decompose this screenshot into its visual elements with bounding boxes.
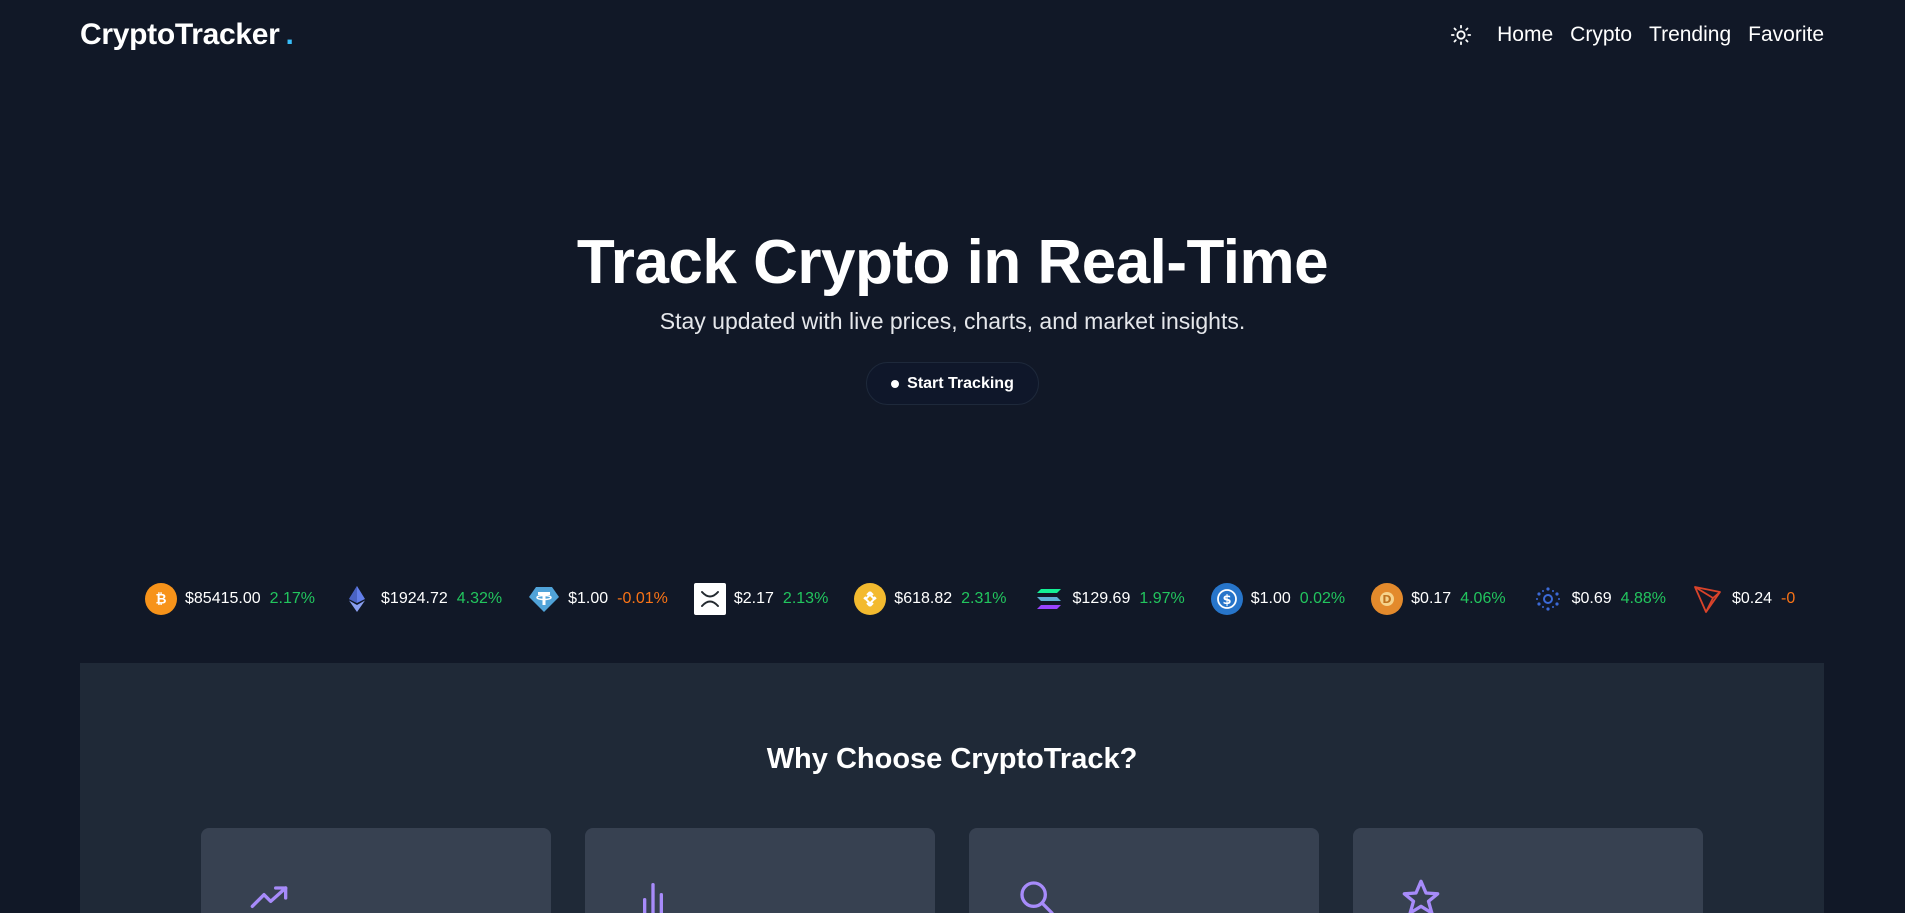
ticker-change: 4.32% — [456, 590, 503, 607]
bitcoin-icon: ₿ — [145, 583, 177, 615]
ticker-change: -0 — [1781, 590, 1796, 607]
hero-title: Track Crypto in Real-Time — [576, 228, 1329, 297]
tether-icon — [528, 583, 560, 615]
search-icon — [1017, 878, 1057, 913]
dogecoin-icon: D — [1371, 583, 1404, 615]
svg-text:₿: ₿ — [155, 592, 166, 608]
usdc-icon: $ — [1210, 583, 1243, 615]
features-title: Why Choose CryptoTrack? — [766, 743, 1138, 775]
bar-chart-icon — [633, 878, 673, 913]
xrp-icon — [693, 583, 726, 615]
ticker-item-cardano[interactable]: $0.69 4.88% — [1532, 583, 1666, 615]
ticker-price: $618.82 — [894, 590, 953, 607]
logo-dot: . — [285, 18, 294, 51]
feature-cards — [201, 828, 1703, 913]
ticker-item-xrp[interactable]: $2.17 2.13% — [693, 583, 829, 615]
feature-card-trending — [201, 828, 551, 913]
ticker-item-bnb[interactable]: $618.82 2.31% — [854, 583, 1007, 615]
nav-link-favorite[interactable]: Favorite — [1748, 23, 1824, 47]
cardano-icon — [1532, 583, 1564, 615]
nav-link-crypto[interactable]: Crypto — [1570, 23, 1632, 47]
ticker-price: $0.17 — [1411, 590, 1452, 607]
hero-subtitle: Stay updated with live prices, charts, a… — [659, 308, 1246, 334]
ticker-price: $0.24 — [1732, 590, 1773, 607]
hero-section: Track Crypto in Real-Time Stay updated w… — [0, 222, 1905, 405]
nav-link-trending[interactable]: Trending — [1649, 23, 1731, 47]
ticker-item-tether[interactable]: $1.00 -0.01% — [528, 583, 668, 615]
ticker-price: $85415.00 — [185, 590, 261, 607]
ticker-price: $2.17 — [733, 590, 774, 607]
ticker-price: $129.69 — [1072, 590, 1131, 607]
trending-up-icon — [249, 878, 289, 913]
star-icon — [1401, 878, 1441, 913]
start-tracking-label: Start Tracking — [907, 374, 1014, 392]
ticker-price: $1924.72 — [381, 590, 448, 607]
ticker-price: $0.69 — [1571, 590, 1612, 607]
svg-text:D: D — [1383, 593, 1392, 606]
feature-card-charts — [585, 828, 935, 913]
logo[interactable]: CryptoTracker . — [80, 18, 294, 52]
navbar: CryptoTracker . Home Crypto Trending Fav… — [80, 0, 1824, 70]
nav-link-home[interactable]: Home — [1497, 23, 1553, 47]
ticker-change: 2.17% — [269, 590, 316, 607]
feature-card-search — [969, 828, 1319, 913]
ticker-change: 2.13% — [782, 590, 829, 607]
start-tracking-button[interactable]: Start Tracking — [866, 362, 1039, 405]
ticker-price: $1.00 — [568, 590, 609, 607]
features-section: Why Choose CryptoTrack? — [80, 663, 1824, 913]
ticker-change: 2.31% — [961, 590, 1007, 607]
ticker-item-solana[interactable]: $129.69 1.97% — [1033, 583, 1185, 615]
dot-icon — [891, 379, 900, 388]
nav-menu: Home Crypto Trending Favorite — [1449, 23, 1824, 47]
ticker-change: 1.97% — [1139, 590, 1185, 607]
svg-text:$: $ — [1222, 593, 1231, 608]
ticker-change: 4.06% — [1460, 590, 1506, 607]
bnb-icon — [854, 583, 887, 615]
logo-text: CryptoTracker — [80, 18, 280, 51]
sun-icon[interactable] — [1449, 23, 1473, 47]
ticker-item-dogecoin[interactable]: D $0.17 4.06% — [1371, 583, 1506, 615]
solana-icon — [1033, 583, 1065, 615]
ticker-item-usdc[interactable]: $ $1.00 0.02% — [1210, 583, 1346, 615]
ticker-change: 4.88% — [1620, 590, 1666, 607]
ticker-change: -0.01% — [617, 590, 668, 607]
feature-card-favorites — [1353, 828, 1703, 913]
ticker-item-bitcoin[interactable]: ₿ $85415.00 2.17% — [145, 583, 315, 615]
ticker-change: 0.02% — [1299, 590, 1346, 607]
ticker-item-tron[interactable]: $0.24 -0 — [1692, 583, 1795, 615]
tron-icon — [1692, 583, 1724, 615]
ticker-price: $1.00 — [1250, 590, 1291, 607]
price-ticker: ₿ $85415.00 2.17% $1924.72 4.32% $1.00 -… — [145, 579, 1822, 619]
ticker-item-ethereum[interactable]: $1924.72 4.32% — [341, 583, 502, 615]
ethereum-icon — [341, 583, 373, 615]
